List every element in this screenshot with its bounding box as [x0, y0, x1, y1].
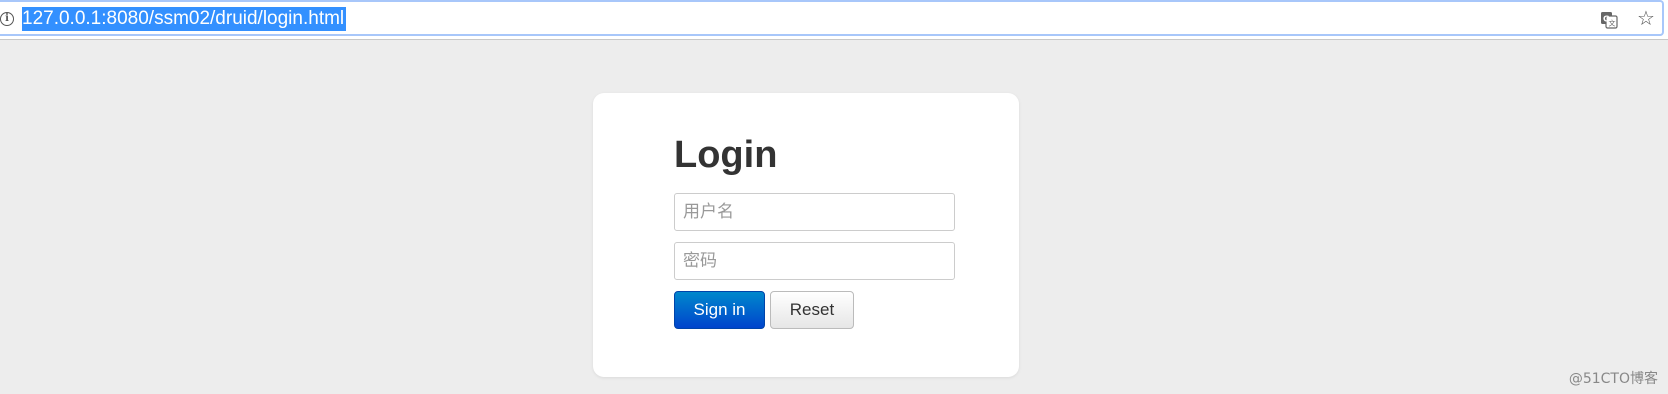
login-title: Login — [674, 134, 778, 176]
url-text[interactable]: 127.0.0.1:8080/ssm02/druid/login.html — [22, 7, 347, 31]
username-input[interactable] — [674, 193, 955, 231]
star-icon[interactable]: ☆ — [1636, 9, 1656, 29]
reset-button[interactable]: Reset — [770, 291, 854, 329]
watermark: @51CTO博客 — [1568, 371, 1658, 387]
browser-toolbar: i 127.0.0.1:8080/ssm02/druid/login.html … — [0, 0, 1668, 40]
translate-icon[interactable]: G 文 — [1600, 11, 1618, 29]
address-bar[interactable]: i 127.0.0.1:8080/ssm02/druid/login.html … — [0, 0, 1664, 36]
sign-in-button[interactable]: Sign in — [674, 291, 765, 329]
info-icon[interactable]: i — [0, 12, 14, 26]
svg-text:文: 文 — [1609, 19, 1616, 28]
login-card: Login Sign in Reset — [593, 93, 1019, 377]
password-input[interactable] — [674, 242, 955, 280]
